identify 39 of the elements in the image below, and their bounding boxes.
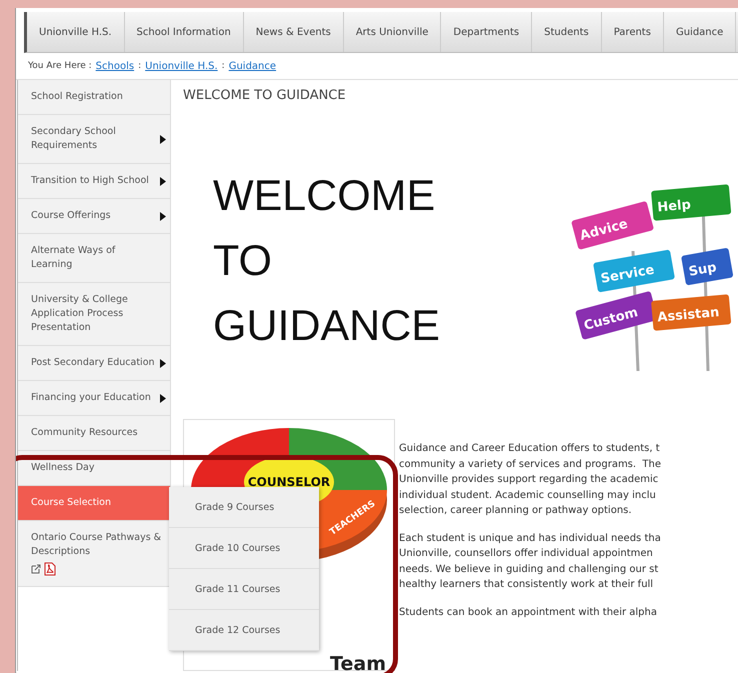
breadcrumb-separator: : xyxy=(222,61,225,71)
submenu-item[interactable]: Grade 12 Courses xyxy=(169,610,319,651)
body-paragraph: Each student is unique and has individual needs tha Unionville, counsellors offer individual appointmen needs. We believe in guiding and challenging our st healthy learners that consistently work at their full xyxy=(399,532,662,592)
pdf-icon xyxy=(44,562,56,576)
body-paragraph: Students can book an appointment with their alpha xyxy=(399,606,658,620)
nav-tab[interactable]: Guidance xyxy=(664,12,736,52)
page-heading: WELCOME TO GUIDANCE xyxy=(183,88,347,103)
external-link-icon xyxy=(31,564,41,574)
breadcrumb-link[interactable]: Schools xyxy=(96,60,134,72)
breadcrumb-label: You Are Here : xyxy=(28,61,92,71)
breadcrumb-link[interactable]: Unionville H.S. xyxy=(145,60,218,72)
team-caption: Team xyxy=(330,653,386,673)
nav-tab[interactable]: News & Events xyxy=(244,12,344,52)
nav-tab[interactable]: Parents xyxy=(602,12,664,52)
sidebar-item[interactable]: Financing your Education xyxy=(18,381,171,416)
signs-illustration: Advice Help Service Sup Custom Assistan xyxy=(563,151,738,371)
submenu-arrow-icon xyxy=(160,358,166,368)
sidebar-item[interactable]: Post Secondary Education xyxy=(18,346,171,381)
nav-tab[interactable]: Arts Unionville xyxy=(344,12,442,52)
banner-title: WELCOME TO GUIDANCE xyxy=(212,170,440,352)
body-paragraph: Guidance and Career Education offers to students, t community a variety of services and programs. The Unionville provides support regarding the academic individual student. Academic counselling may inclu selection, career planning or pathway options. xyxy=(399,442,662,518)
sidebar-item[interactable]: Course Offerings xyxy=(18,199,171,234)
submenu-arrow-icon xyxy=(160,176,166,186)
nav-tab[interactable]: Students xyxy=(532,12,602,52)
nav-tab[interactable]: Departments xyxy=(441,12,532,52)
submenu-arrow-icon xyxy=(160,394,166,402)
sidebar-item[interactable]: University & College Application Process Presentation xyxy=(18,283,171,346)
sidebar-item[interactable]: Transition to High School xyxy=(18,164,171,199)
sidebar-item[interactable]: School Registration xyxy=(18,80,171,115)
nav-tab[interactable]: Unionville H.S. xyxy=(27,12,125,52)
sidebar-item[interactable]: Secondary School Requirements xyxy=(18,115,171,164)
submenu-arrow-icon xyxy=(160,212,166,220)
nav-tab[interactable]: School Information xyxy=(124,12,244,52)
submenu-arrow-icon xyxy=(160,134,166,144)
sidebar-item[interactable]: Community Resources xyxy=(18,416,171,451)
breadcrumb-link[interactable]: Guidance xyxy=(228,60,276,72)
breadcrumb-separator: : xyxy=(138,61,142,71)
sidebar-item[interactable]: Alternate Ways of Learning xyxy=(18,234,171,283)
sidebar-item[interactable]: Ontario Course Pathways & Descriptions xyxy=(18,521,171,587)
